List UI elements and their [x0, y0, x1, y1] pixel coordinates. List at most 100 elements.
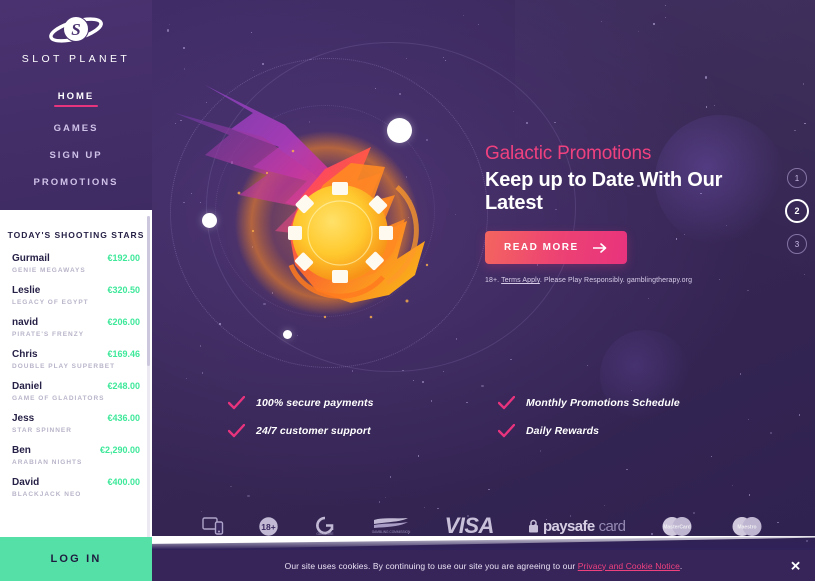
cookie-banner: Our site uses cookies. By continuing to … — [152, 550, 815, 581]
star — [481, 384, 484, 388]
winner-game: DOUBLE PLAY SUPERBET — [12, 363, 116, 370]
hero-section: Galactic Promotions Keep up to Date With… — [485, 143, 775, 284]
mastercard-icon: MasterCard — [659, 516, 695, 537]
privacy-cookie-notice-link[interactable]: Privacy and Cookie Notice — [578, 561, 680, 571]
star — [638, 30, 640, 33]
gambling-commission-icon: GAMBLING COMMISSION — [371, 516, 411, 536]
winner-list-item[interactable]: Ben €2,290.00 ARABIAN NIGHTS — [0, 440, 152, 472]
log-in-button[interactable]: LOG IN — [0, 537, 152, 581]
star — [705, 106, 707, 108]
planet-medium — [202, 213, 217, 228]
feature-item: 24/7 customer support — [228, 424, 498, 438]
sidebar-item-home[interactable]: HOME — [0, 83, 152, 115]
star — [769, 431, 773, 435]
nav-item-label: SIGN UP — [49, 150, 103, 161]
card-word: card — [598, 517, 626, 535]
arrow-right-icon — [592, 242, 606, 253]
read-more-label: READ MORE — [504, 242, 579, 253]
planet-large — [387, 118, 412, 143]
winner-amount: €169.46 — [107, 349, 140, 359]
winner-row: Jess €436.00 — [12, 413, 140, 424]
visa-icon: VISA — [445, 513, 495, 539]
panel-scrollbar-thumb[interactable] — [147, 216, 150, 366]
feature-item: Monthly Promotions Schedule — [498, 396, 698, 410]
feature-label: Monthly Promotions Schedule — [526, 397, 680, 409]
winner-game: BLACKJACK NEO — [12, 491, 82, 498]
features-list: 100% secure payments Monthly Promotions S… — [228, 396, 698, 438]
winner-name: Daniel — [12, 381, 43, 392]
winner-row: Chris €169.46 — [12, 349, 140, 360]
winner-list-item[interactable]: Jess €436.00 STAR SPINNER — [0, 408, 152, 440]
star — [710, 455, 713, 458]
star — [166, 29, 170, 32]
carousel-dot-3[interactable]: 3 — [787, 234, 807, 254]
sidebar-item-sign-up[interactable]: SIGN UP — [0, 142, 152, 169]
winner-list-item[interactable]: David €400.00 BLACKJACK NEO — [0, 472, 152, 504]
svg-text:MasterCard: MasterCard — [664, 524, 692, 530]
cookie-text-prefix: Our site uses cookies. By continuing to … — [284, 560, 578, 571]
winner-amount: €320.50 — [107, 285, 140, 295]
legal-prefix: 18+. — [485, 277, 502, 284]
winner-list-item[interactable]: Leslie €320.50 LEGACY OF EGYPT — [0, 280, 152, 312]
star — [794, 130, 796, 132]
winner-name: Leslie — [12, 285, 41, 296]
comet-illustration — [175, 55, 485, 365]
winner-list-item[interactable]: navid €206.00 PIRATE'S FRENZY — [0, 312, 152, 344]
star — [749, 494, 751, 496]
paysafe-word: paysafe — [542, 517, 595, 535]
winner-list-item[interactable]: Gurmail €192.00 GENIE MEGAWAYS — [0, 248, 152, 280]
read-more-button[interactable]: READ MORE — [485, 231, 627, 264]
star — [185, 377, 188, 380]
winner-name: David — [12, 477, 40, 488]
lock-icon — [528, 519, 538, 533]
carousel-dot-label: 1 — [794, 173, 800, 183]
sidebar-item-games[interactable]: GAMES — [0, 115, 152, 142]
winner-game: ARABIAN NIGHTS — [12, 459, 83, 466]
winner-row: navid €206.00 — [12, 317, 140, 328]
star — [653, 23, 655, 25]
svg-text:Maestro: Maestro — [738, 524, 757, 530]
svg-text:18+: 18+ — [261, 522, 275, 532]
winner-list-item[interactable]: Daniel €248.00 GAME OF GLADIATORS — [0, 376, 152, 408]
nav-active-underline — [54, 105, 98, 107]
star — [648, 297, 650, 300]
star — [798, 414, 800, 416]
svg-text:GAMBLING COMMISSION: GAMBLING COMMISSION — [371, 530, 410, 534]
sidebar-item-promotions[interactable]: PROMOTIONS — [0, 169, 152, 196]
sidebar: S SLOT PLANET HOME GAMES SIGN UP PROMOTIONS… — [0, 0, 152, 581]
star — [626, 469, 628, 471]
winner-game: PIRATE'S FRENZY — [12, 331, 85, 338]
winner-list-item[interactable]: Chris €169.46 DOUBLE PLAY SUPERBET — [0, 344, 152, 376]
panel-scrollbar[interactable] — [147, 216, 150, 539]
carousel-dot-label: 3 — [794, 239, 800, 249]
star — [510, 358, 512, 361]
carousel-dot-2[interactable]: 2 — [785, 199, 809, 223]
terms-apply-link[interactable]: Terms Apply — [501, 277, 540, 284]
check-icon — [228, 396, 245, 410]
page-root: Galactic Promotions Keep up to Date With… — [0, 0, 815, 581]
winner-amount: €192.00 — [107, 253, 140, 263]
star — [378, 501, 381, 503]
star — [601, 21, 603, 23]
planet-ring-icon: S — [49, 16, 103, 43]
hero-eyebrow: Galactic Promotions — [485, 143, 652, 164]
winner-row: David €400.00 — [12, 477, 140, 488]
star — [665, 4, 667, 7]
star — [230, 485, 232, 488]
carousel-dot-label: 2 — [794, 206, 800, 216]
winner-row: Leslie €320.50 — [12, 285, 140, 296]
cookie-close-button[interactable]: ✕ — [790, 559, 801, 572]
nav-item-label: PROMOTIONS — [33, 177, 119, 188]
star — [586, 364, 589, 366]
star — [442, 371, 444, 373]
brand-logo[interactable]: S SLOT PLANET — [0, 0, 152, 65]
paysafecard-icon: paysafe card — [528, 517, 626, 535]
winner-name: Ben — [12, 445, 31, 456]
carousel-dot-1[interactable]: 1 — [787, 168, 807, 188]
star — [412, 379, 414, 382]
feature-item: 100% secure payments — [228, 396, 498, 410]
check-icon — [228, 424, 245, 438]
planet-small — [283, 330, 292, 339]
feature-label: Daily Rewards — [526, 425, 600, 437]
star — [201, 372, 203, 374]
